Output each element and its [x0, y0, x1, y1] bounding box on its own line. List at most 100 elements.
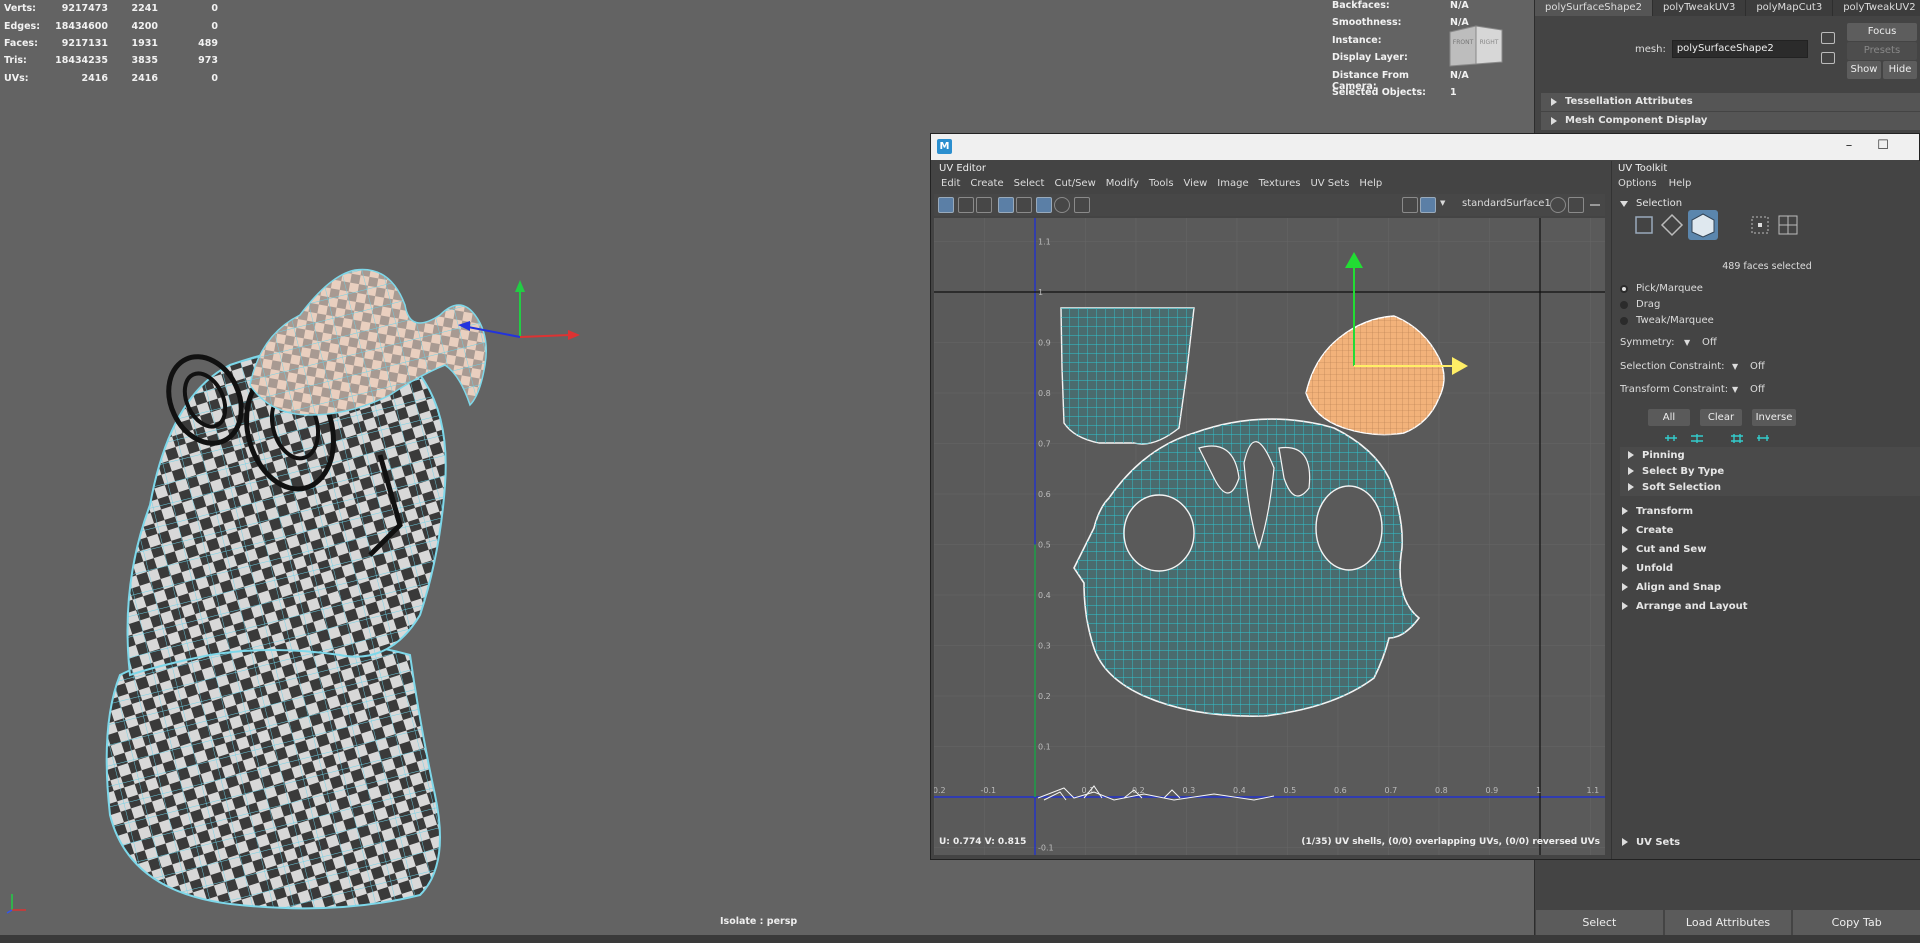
section-label: Unfold [1636, 563, 1674, 574]
edge-select-icon[interactable] [1660, 213, 1684, 237]
transform-constraint-row[interactable]: Transform Constraint: ▼ Off [1620, 384, 1920, 395]
exposure-icon[interactable] [1568, 197, 1584, 213]
stairs2-icon[interactable] [976, 197, 992, 213]
attribute-tab[interactable]: polySurfaceShape2 [1535, 0, 1653, 16]
node-output-icon[interactable] [1821, 52, 1835, 64]
attribute-tab[interactable]: polyTweakUV3 [1653, 0, 1747, 16]
uv-toolkit-section[interactable]: Cut and Sew [1614, 541, 1920, 558]
attribute-tab[interactable]: polyMapCut3 [1746, 0, 1834, 16]
grow-selection-icon[interactable] [1664, 433, 1678, 444]
uv-toolkit-section[interactable]: Arrange and Layout [1614, 598, 1920, 615]
globe-icon[interactable] [1550, 197, 1566, 213]
uv-toolkit-menu-item[interactable]: Help [1669, 177, 1692, 191]
selection-constraint-row[interactable]: Selection Constraint: ▼ Off [1620, 361, 1920, 372]
uv-toolkit-subsection[interactable]: Soft Selection [1620, 479, 1920, 496]
symmetry-row[interactable]: Symmetry: ▼ Off [1620, 337, 1920, 348]
chevron-down-icon[interactable]: ▼ [1684, 338, 1702, 347]
section-label: Align and Snap [1636, 582, 1722, 593]
presets-button[interactable]: Presets [1847, 42, 1917, 60]
snap-icon[interactable] [1054, 197, 1070, 213]
uv-canvas[interactable]: -0.2 -0.1 0.1 0.2 0.3 0.4 0.5 0.6 0.7 0.8 0.9 1 1.1 1… [934, 218, 1605, 855]
selection-constraint-value[interactable]: Off [1750, 361, 1765, 372]
shrink-selection-icon[interactable] [1690, 433, 1704, 444]
v-tick-label: 0.8 [1038, 389, 1051, 398]
uv-menu-item[interactable]: Tools [1144, 176, 1179, 192]
symmetry-value[interactable]: Off [1702, 337, 1717, 348]
uv-editor-titlebar[interactable]: M – ☐ [931, 134, 1919, 160]
inverse-selection-button[interactable]: Inverse [1752, 409, 1796, 426]
collapse-arrow-icon [1551, 117, 1557, 125]
selection-section[interactable]: Selection [1614, 195, 1920, 212]
transform-constraint-value[interactable]: Off [1750, 384, 1765, 395]
uv-menu-item[interactable]: Cut/Sew [1049, 176, 1100, 192]
drag-radio[interactable]: Drag [1620, 299, 1660, 310]
uv-toolkit-menu-item[interactable]: Options [1618, 177, 1657, 191]
chevron-down-icon[interactable]: ▼ [1732, 362, 1750, 371]
chevron-down-icon[interactable]: ▼ [1732, 385, 1750, 394]
select-border-icon[interactable] [1730, 433, 1744, 444]
hud-detail-value: 1 [1450, 86, 1457, 98]
uv-menu-item[interactable]: Textures [1254, 176, 1306, 192]
shell-select-icon[interactable] [1776, 213, 1800, 237]
uv-menu-item[interactable]: Create [965, 176, 1008, 192]
grid-toggle-icon[interactable] [1036, 197, 1052, 213]
uv-shell-head[interactable] [1073, 418, 1421, 717]
tweak-marquee-radio[interactable]: Tweak/Marquee [1620, 315, 1714, 326]
uv-toolkit-subsection[interactable]: Pinning [1620, 447, 1920, 464]
tessellation-attributes-section[interactable]: Tessellation Attributes [1541, 93, 1920, 111]
axis-indicator [6, 894, 26, 914]
vertex-select-icon[interactable] [1632, 213, 1656, 237]
uv-menu-item[interactable]: Image [1212, 176, 1253, 192]
mesh-name-field[interactable]: polySurfaceShape2 [1671, 40, 1808, 58]
camera-icon[interactable] [1074, 197, 1090, 213]
hide-button[interactable]: Hide [1883, 61, 1917, 79]
uv-grid-icon[interactable] [938, 197, 954, 213]
select-button[interactable]: Select [1536, 910, 1663, 935]
uv-toolkit-section[interactable]: Align and Snap [1614, 579, 1920, 596]
u-tick-label: 0.9 [1486, 786, 1499, 795]
uv-select-icon[interactable] [1748, 213, 1772, 237]
show-button[interactable]: Show [1847, 61, 1881, 79]
eagle-head-mesh[interactable] [90, 255, 630, 915]
focus-button[interactable]: Focus [1847, 23, 1917, 41]
uv-menu-item[interactable]: Select [1009, 176, 1050, 192]
pick-marquee-radio[interactable]: Pick/Marquee [1620, 283, 1703, 294]
uv-sets-section[interactable]: UV Sets [1614, 834, 1920, 851]
uv-shell-neck[interactable] [1060, 307, 1195, 445]
radio-label: Pick/Marquee [1636, 283, 1703, 294]
node-selector-icon[interactable] [1821, 32, 1835, 44]
uv-toolkit-subsection[interactable]: Select By Type [1620, 463, 1920, 480]
uv-menu-item[interactable]: Help [1354, 176, 1387, 192]
uv-toolkit-section[interactable]: Create [1614, 522, 1920, 539]
minimize-icon[interactable]: – [1839, 137, 1859, 155]
copy-tab-button[interactable]: Copy Tab [1793, 910, 1920, 935]
chevron-down-icon[interactable]: ▼ [1440, 199, 1445, 207]
load-attributes-button[interactable]: Load Attributes [1664, 910, 1792, 935]
clear-selection-button[interactable]: Clear [1700, 409, 1742, 426]
hud-stat-selected-object: 1931 [131, 37, 158, 49]
shader-name[interactable]: standardSurface1 [1462, 198, 1551, 209]
stairs-icon[interactable] [958, 197, 974, 213]
uv-toolkit-menubar: Options Help [1618, 177, 1703, 191]
hud-detail-label: Distance From Camera: [1332, 69, 1409, 92]
face-select-icon[interactable] [1688, 210, 1718, 240]
select-shortest-path-icon[interactable] [1756, 433, 1770, 444]
uv-menu-item[interactable]: View [1179, 176, 1213, 192]
uv-shell-beak-selected[interactable] [1305, 315, 1445, 436]
uv-toolkit-section[interactable]: Transform [1614, 503, 1920, 520]
uv-menu-item[interactable]: Modify [1101, 176, 1144, 192]
checker-icon[interactable] [1420, 197, 1436, 213]
brightness-slider[interactable] [1590, 204, 1600, 206]
hud-stat-row: Faces: 9217131 1931 489 [4, 35, 218, 52]
view-cube[interactable]: FRONT RIGHT [1446, 22, 1506, 68]
attribute-tab[interactable]: polyTweakUV2 [1833, 0, 1920, 16]
image-icon[interactable] [1402, 197, 1418, 213]
mesh-component-display-section[interactable]: Mesh Component Display [1541, 112, 1920, 130]
uv-toolkit-section[interactable]: Unfold [1614, 560, 1920, 577]
uv-menu-item[interactable]: UV Sets [1305, 176, 1354, 192]
wire-uv-icon[interactable] [1016, 197, 1032, 213]
maximize-icon[interactable]: ☐ [1873, 137, 1893, 155]
uv-menu-item[interactable]: Edit [936, 176, 965, 192]
shaded-uv-icon[interactable] [998, 197, 1014, 213]
select-all-button[interactable]: All [1648, 409, 1690, 426]
